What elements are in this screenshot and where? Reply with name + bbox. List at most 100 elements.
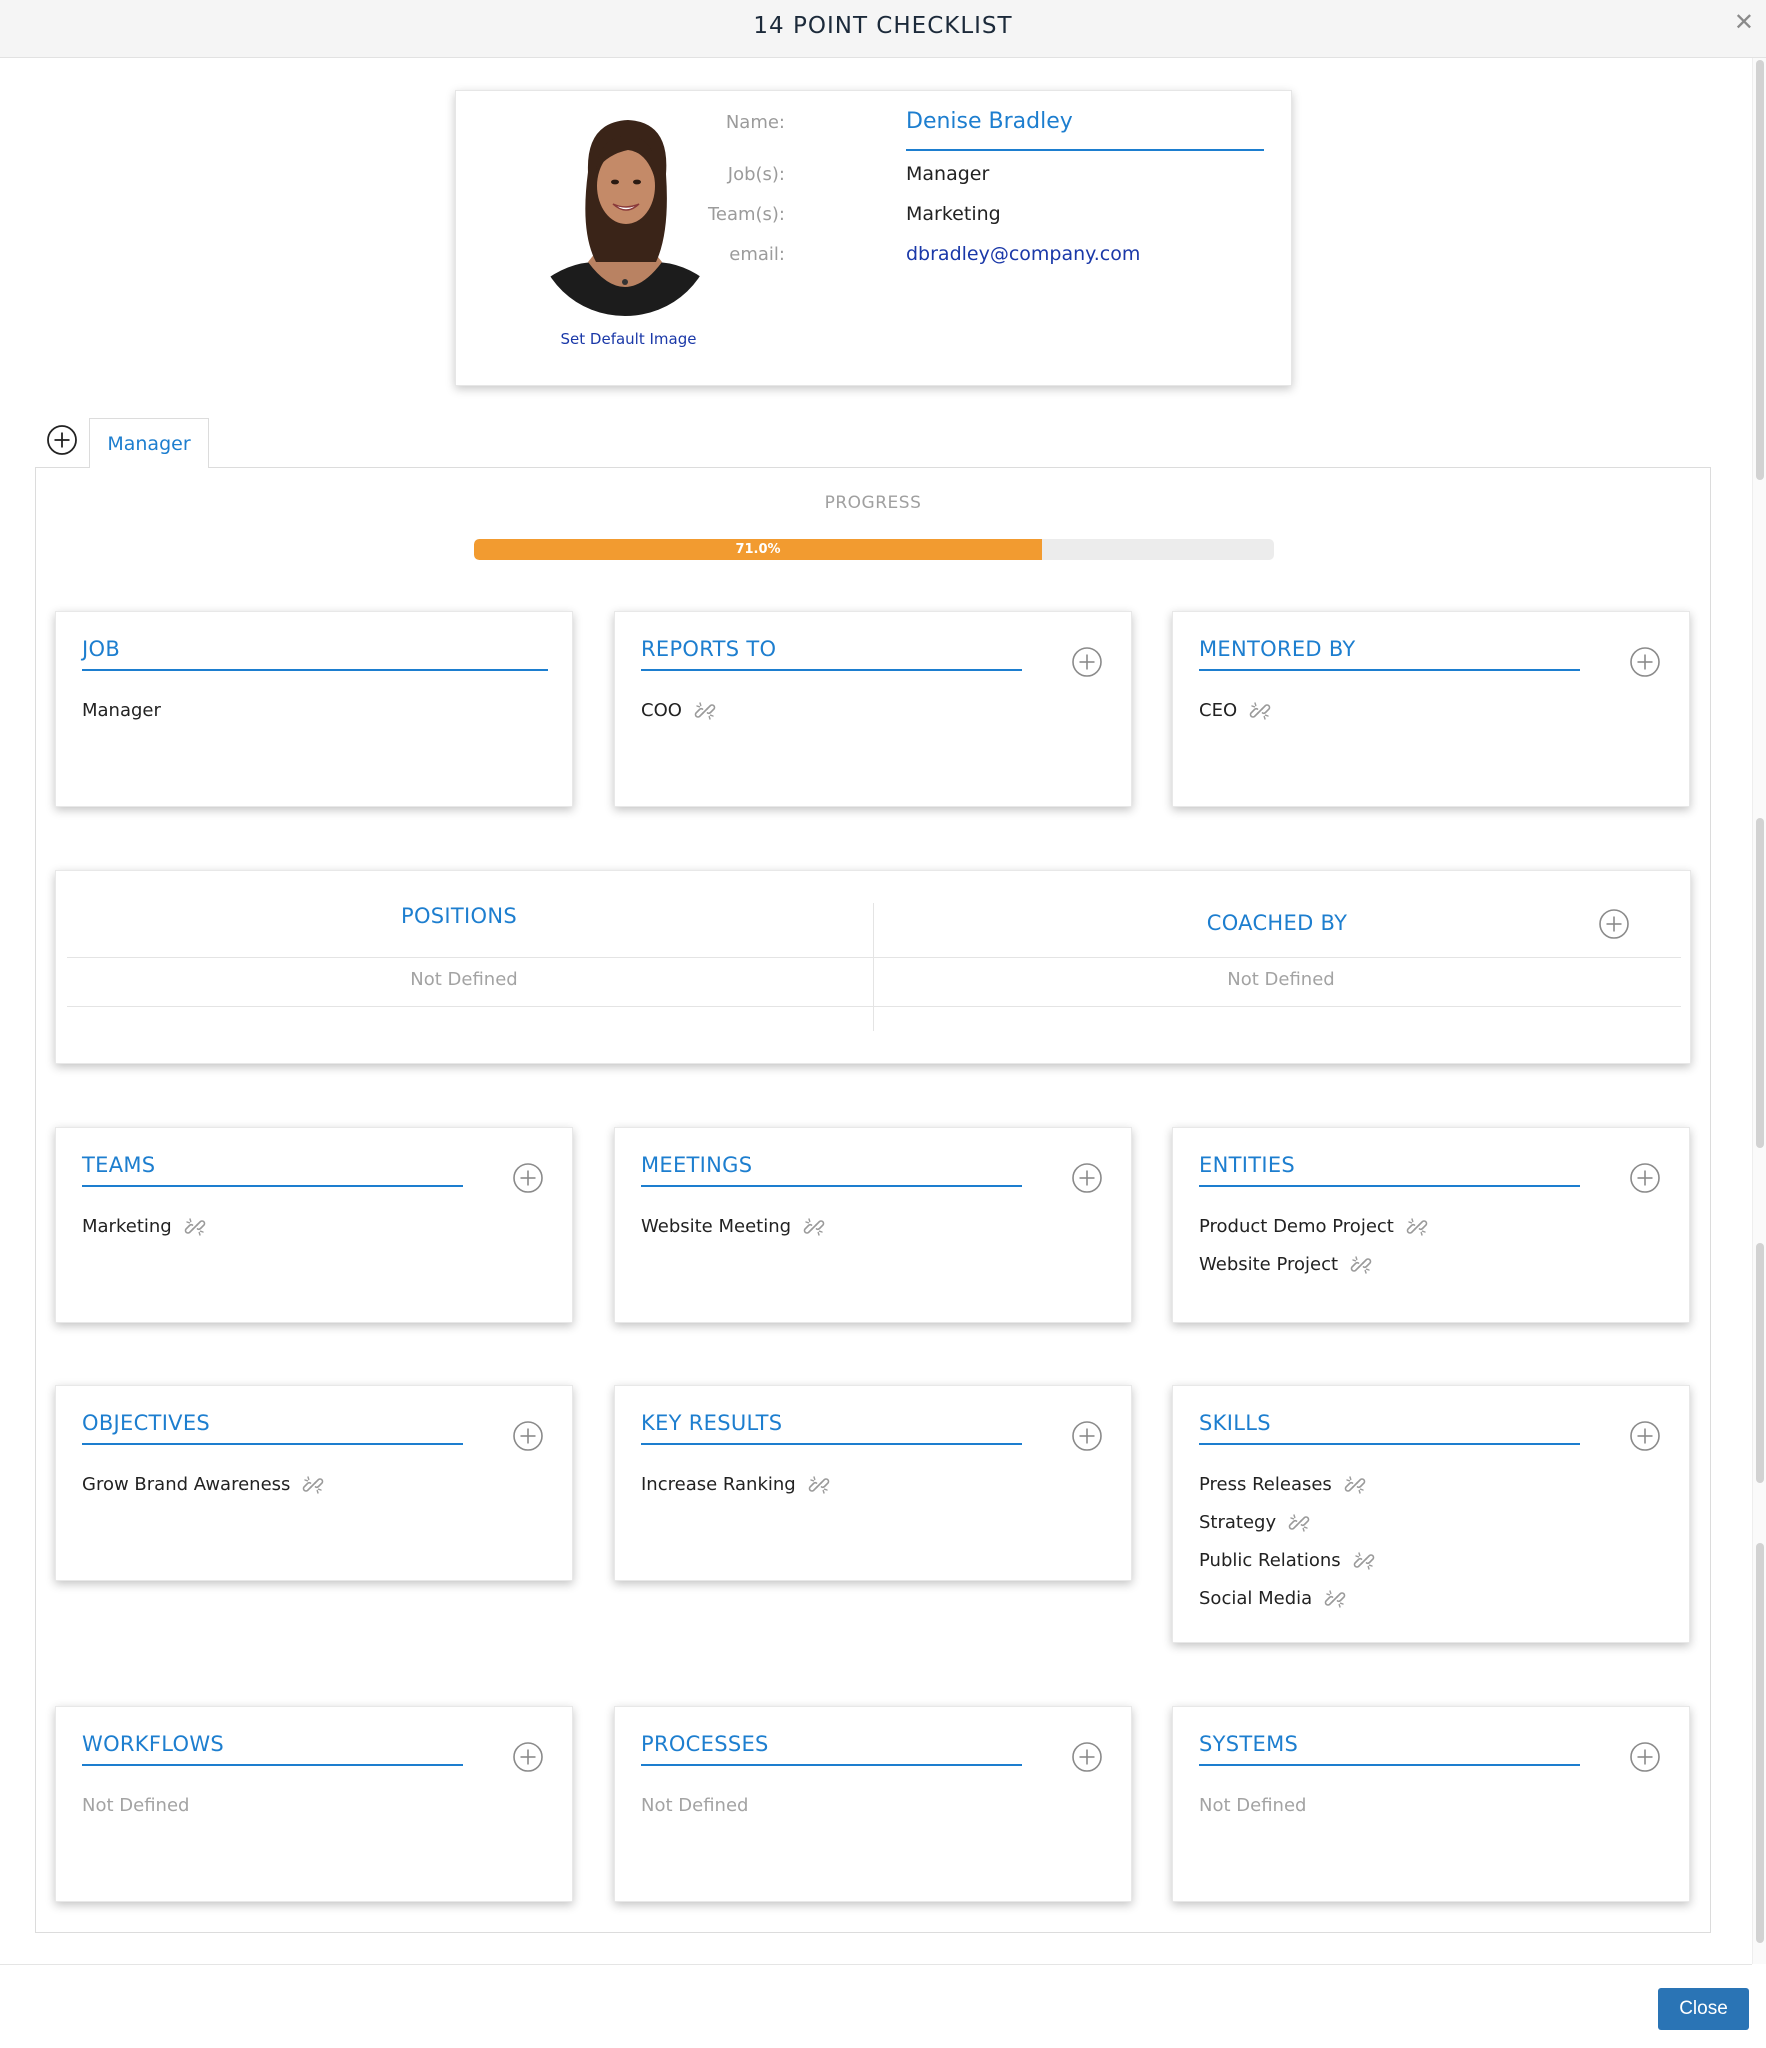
profile-teams: Marketing bbox=[906, 203, 1001, 225]
scrollbar-thumb[interactable] bbox=[1756, 818, 1764, 1148]
profile-email[interactable]: dbradley@company.com bbox=[906, 243, 1140, 265]
unlink-icon[interactable] bbox=[1406, 1216, 1428, 1238]
card-objectives: OBJECTIVES Grow Brand Awareness bbox=[55, 1385, 573, 1581]
add-plus-icon[interactable] bbox=[512, 1162, 544, 1194]
progress-title: PROGRESS bbox=[824, 493, 922, 513]
close-icon[interactable]: ✕ bbox=[1734, 10, 1754, 34]
card-systems: SYSTEMS Not Defined bbox=[1172, 1706, 1690, 1902]
card-rule bbox=[1199, 1764, 1580, 1766]
teams-label: Team(s): bbox=[707, 204, 785, 225]
card-items: Grow Brand Awareness bbox=[82, 1466, 552, 1504]
card-items: Press Releases Strategy Public Relations… bbox=[1199, 1466, 1669, 1618]
add-plus-icon[interactable] bbox=[1071, 1420, 1103, 1452]
set-default-image-link[interactable]: Set Default Image bbox=[456, 330, 801, 348]
list-item: Marketing bbox=[82, 1208, 552, 1246]
list-item: Increase Ranking bbox=[641, 1466, 1111, 1504]
header-rule bbox=[67, 957, 1681, 958]
footer-divider bbox=[0, 1964, 1752, 1965]
jobs-label: Job(s): bbox=[727, 164, 785, 185]
unlink-icon[interactable] bbox=[1324, 1588, 1346, 1610]
scrollbar-thumb[interactable] bbox=[1756, 1243, 1764, 1483]
unlink-icon[interactable] bbox=[803, 1216, 825, 1238]
card-entities: ENTITIES Product Demo Project Website Pr… bbox=[1172, 1127, 1690, 1323]
card-skills: SKILLS Press Releases Strategy Public Re… bbox=[1172, 1385, 1690, 1643]
progress-fill: 71.0% bbox=[474, 539, 1042, 560]
card-positions-coached-by: POSITIONS COACHED BY Not Defined Not Def… bbox=[55, 870, 1691, 1064]
empty-text: Not Defined bbox=[1199, 1795, 1307, 1816]
card-rule bbox=[1199, 1185, 1580, 1187]
add-plus-icon[interactable] bbox=[1071, 1741, 1103, 1773]
scrollbar-thumb[interactable] bbox=[1756, 1543, 1764, 1943]
card-title: SYSTEMS bbox=[1199, 1732, 1299, 1756]
modal-header: 14 POINT CHECKLIST ✕ bbox=[0, 0, 1766, 58]
unlink-icon[interactable] bbox=[694, 700, 716, 722]
list-item: Strategy bbox=[1199, 1504, 1669, 1542]
item-label: Public Relations bbox=[1199, 1550, 1341, 1571]
card-items: Not Defined bbox=[641, 1787, 1111, 1825]
card-items: Increase Ranking bbox=[641, 1466, 1111, 1504]
add-plus-icon[interactable] bbox=[1629, 1420, 1661, 1452]
item-label: Social Media bbox=[1199, 1588, 1313, 1609]
unlink-icon[interactable] bbox=[1288, 1512, 1310, 1534]
add-plus-icon[interactable] bbox=[1071, 646, 1103, 678]
column-divider bbox=[873, 903, 874, 1031]
add-plus-icon[interactable] bbox=[512, 1420, 544, 1452]
add-plus-icon[interactable] bbox=[1629, 1741, 1661, 1773]
card-rule bbox=[641, 1185, 1022, 1187]
positions-title: POSITIONS bbox=[400, 904, 517, 928]
unlink-icon[interactable] bbox=[1353, 1550, 1375, 1572]
card-items: CEO bbox=[1199, 692, 1669, 730]
profile-jobs: Manager bbox=[906, 163, 990, 185]
add-plus-icon[interactable] bbox=[1629, 646, 1661, 678]
scrollbar[interactable] bbox=[1752, 58, 1766, 1964]
card-rule bbox=[82, 1764, 463, 1766]
coached-by-empty: Not Defined bbox=[1227, 969, 1335, 990]
scrollbar-thumb[interactable] bbox=[1756, 60, 1764, 480]
unlink-icon[interactable] bbox=[1350, 1254, 1372, 1276]
positions-empty: Not Defined bbox=[410, 969, 518, 990]
unlink-icon[interactable] bbox=[808, 1474, 830, 1496]
add-plus-icon[interactable] bbox=[512, 1741, 544, 1773]
card-title: REPORTS TO bbox=[641, 637, 777, 661]
add-tab-plus-icon[interactable] bbox=[46, 424, 78, 456]
empty-text: Not Defined bbox=[82, 1795, 190, 1816]
item-label: CEO bbox=[1199, 700, 1238, 721]
card-title: JOB bbox=[82, 637, 121, 661]
card-workflows: WORKFLOWS Not Defined bbox=[55, 1706, 573, 1902]
card-rule bbox=[82, 1443, 463, 1445]
item-label: Website Project bbox=[1199, 1254, 1339, 1275]
unlink-icon[interactable] bbox=[1249, 700, 1271, 722]
add-plus-icon[interactable] bbox=[1629, 1162, 1661, 1194]
profile-name[interactable]: Denise Bradley bbox=[906, 109, 1073, 134]
unlink-icon[interactable] bbox=[184, 1216, 206, 1238]
item-label: Increase Ranking bbox=[641, 1474, 796, 1495]
tab-manager[interactable]: Manager bbox=[89, 418, 209, 468]
list-item: Website Project bbox=[1199, 1246, 1669, 1284]
card-key-results: KEY RESULTS Increase Ranking bbox=[614, 1385, 1132, 1581]
card-rule bbox=[641, 1443, 1022, 1445]
card-rule bbox=[1199, 1443, 1580, 1445]
list-item: COO bbox=[641, 692, 1111, 730]
list-item: Website Meeting bbox=[641, 1208, 1111, 1246]
card-job: JOB Manager bbox=[55, 611, 573, 807]
list-item: Manager bbox=[82, 692, 552, 730]
item-label: Press Releases bbox=[1199, 1474, 1332, 1495]
email-label: email: bbox=[729, 244, 785, 265]
item-label: COO bbox=[641, 700, 682, 721]
card-items: Website Meeting bbox=[641, 1208, 1111, 1246]
add-plus-icon[interactable] bbox=[1598, 908, 1630, 940]
card-items: COO bbox=[641, 692, 1111, 730]
empty-text: Not Defined bbox=[641, 1795, 749, 1816]
unlink-icon[interactable] bbox=[1344, 1474, 1366, 1496]
close-button[interactable]: Close bbox=[1658, 1988, 1749, 2030]
card-title: MENTORED BY bbox=[1199, 637, 1356, 661]
list-item: Public Relations bbox=[1199, 1542, 1669, 1580]
card-rule bbox=[1199, 669, 1580, 671]
card-title: KEY RESULTS bbox=[641, 1411, 783, 1435]
card-title: OBJECTIVES bbox=[82, 1411, 211, 1435]
add-plus-icon[interactable] bbox=[1071, 1162, 1103, 1194]
card-rule bbox=[82, 669, 548, 671]
unlink-icon[interactable] bbox=[302, 1474, 324, 1496]
card-rule bbox=[641, 1764, 1022, 1766]
card-title: TEAMS bbox=[82, 1153, 156, 1177]
